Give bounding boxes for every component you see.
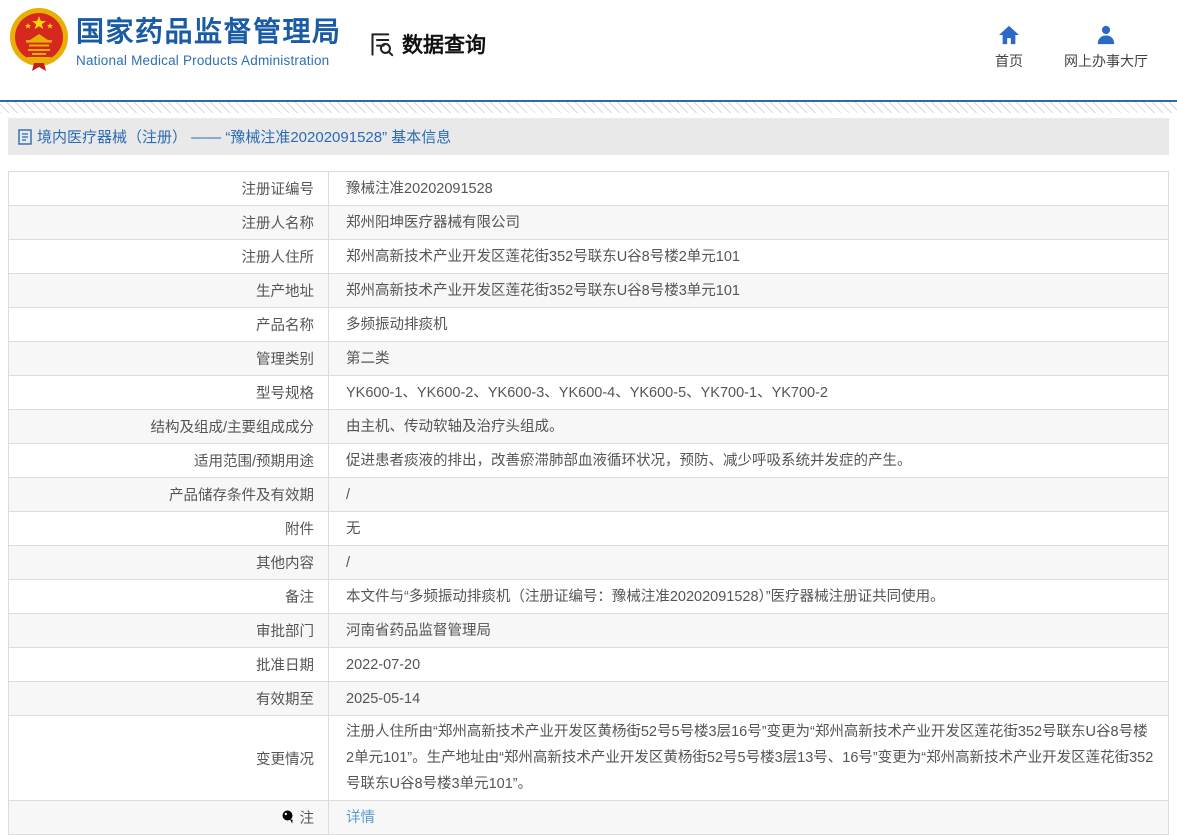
row-label: 注册人住所	[9, 240, 329, 273]
brand-subtitle: National Medical Products Administration	[76, 52, 330, 68]
row-value: 注册人住所由“郑州高新技术产业开发区黄杨街52号5号楼3层16号”变更为“郑州高…	[346, 724, 1154, 792]
table-row: 注册人住所 郑州高新技术产业开发区莲花街352号联东U谷8号楼2单元101	[9, 240, 1168, 274]
document-icon	[18, 128, 32, 145]
row-value: 详情	[329, 801, 1168, 834]
brand-block[interactable]: 国家药品监督管理局 National Medical Products Admi…	[76, 16, 342, 68]
table-row: 注册人名称 郑州阳坤医疗器械有限公司	[9, 206, 1168, 240]
row-label: 产品名称	[9, 308, 329, 341]
table-row: 结构及组成/主要组成成分 由主机、传动软轴及治疗头组成。	[9, 410, 1168, 444]
row-label: 其他内容	[9, 546, 329, 579]
row-value: 2022-07-20	[346, 656, 421, 673]
row-value: /	[346, 486, 351, 503]
row-label: 有效期至	[9, 682, 329, 715]
row-label: 生产地址	[9, 274, 329, 307]
row-value: 促进患者痰液的排出，改善瘀滞肺部血液循环状况，预防、减少呼吸系统并发症的产生。	[346, 452, 912, 469]
row-value: 2025-05-14	[346, 690, 421, 707]
row-value: 由主机、传动软轴及治疗头组成。	[346, 418, 564, 435]
table-row: 审批部门 河南省药品监督管理局	[9, 614, 1168, 648]
row-value: 第二类	[346, 350, 390, 367]
table-row: 生产地址 郑州高新技术产业开发区莲花街352号联东U谷8号楼3单元101	[9, 274, 1168, 308]
table-row: 其他内容 /	[9, 546, 1168, 580]
row-label: 型号规格	[9, 376, 329, 409]
hatched-band	[0, 102, 1177, 113]
table-row-change-info: 变更情况 注册人住所由“郑州高新技术产业开发区黄杨街52号5号楼3层16号”变更…	[9, 716, 1168, 801]
table-row: 产品储存条件及有效期 /	[9, 478, 1168, 512]
row-label: 变更情况	[9, 716, 329, 800]
table-row: 附件 无	[9, 512, 1168, 546]
table-row: 注册证编号 豫械注准20202091528	[9, 172, 1168, 206]
table-row: 有效期至 2025-05-14	[9, 682, 1168, 716]
online-hall-label: 网上办事大厅	[1064, 53, 1148, 69]
row-value: /	[346, 554, 351, 571]
table-row: 批准日期 2022-07-20	[9, 648, 1168, 682]
section-title: 境内医疗器械（注册） —— “豫械注准20202091528” 基本信息	[18, 126, 451, 147]
row-value: 郑州高新技术产业开发区莲花街352号联东U谷8号楼2单元101	[346, 248, 740, 265]
row-label: 产品储存条件及有效期	[9, 478, 329, 511]
page: 国家药品监督管理局 National Medical Products Admi…	[0, 0, 1177, 835]
data-query-label: 数据查询	[402, 34, 486, 57]
row-value: 无	[346, 520, 361, 537]
row-label: 注	[9, 801, 329, 834]
emblem-icon	[10, 8, 68, 71]
row-value: 郑州高新技术产业开发区莲花街352号联东U谷8号楼3单元101	[346, 282, 740, 299]
home-icon	[999, 25, 1019, 45]
row-label: 备注	[9, 580, 329, 613]
row-label: 附件	[9, 512, 329, 545]
row-value: YK600-1、YK600-2、YK600-3、YK600-4、YK600-5、…	[346, 384, 828, 401]
table-row: 管理类别 第二类	[9, 342, 1168, 376]
table-row: 适用范围/预期用途 促进患者痰液的排出，改善瘀滞肺部血液循环状况，预防、减少呼吸…	[9, 444, 1168, 478]
national-emblem-logo[interactable]	[9, 7, 69, 71]
table-row-note: 注 详情	[9, 801, 1168, 835]
row-label: 管理类别	[9, 342, 329, 375]
row-value: 郑州阳坤医疗器械有限公司	[346, 214, 520, 231]
row-label: 结构及组成/主要组成成分	[9, 410, 329, 443]
row-value: 本文件与“多频振动排痰机（注册证编号：豫械注准20202091528）”医疗器械…	[346, 588, 945, 605]
user-icon	[1097, 25, 1115, 45]
table-row: 备注 本文件与“多频振动排痰机（注册证编号：豫械注准20202091528）”医…	[9, 580, 1168, 614]
row-label: 批准日期	[9, 648, 329, 681]
row-label: 注册证编号	[9, 172, 329, 205]
data-query-nav[interactable]: 数据查询	[368, 29, 486, 59]
home-link[interactable]: 首页	[983, 25, 1035, 71]
row-label: 适用范围/预期用途	[9, 444, 329, 477]
section-title-bar: 境内医疗器械（注册） —— “豫械注准20202091528” 基本信息	[8, 118, 1169, 155]
document-search-icon	[368, 31, 395, 58]
row-label: 注册人名称	[9, 206, 329, 239]
site-header: 国家药品监督管理局 National Medical Products Admi…	[0, 0, 1177, 100]
brand-title: 国家药品监督管理局	[76, 16, 342, 47]
table-row: 型号规格 YK600-1、YK600-2、YK600-3、YK600-4、YK6…	[9, 376, 1168, 410]
row-label: 审批部门	[9, 614, 329, 647]
registration-info-table: 注册证编号 豫械注准20202091528 注册人名称 郑州阳坤医疗器械有限公司…	[8, 171, 1169, 835]
table-row: 产品名称 多频振动排痰机	[9, 308, 1168, 342]
online-hall-link[interactable]: 网上办事大厅	[1056, 25, 1156, 71]
note-label: 注	[299, 811, 315, 827]
section-title-text: 境内医疗器械（注册） —— “豫械注准20202091528” 基本信息	[37, 129, 452, 146]
row-value: 河南省药品监督管理局	[346, 622, 491, 639]
detail-link[interactable]: 详情	[346, 805, 375, 831]
home-label: 首页	[995, 53, 1023, 69]
row-value: 多频振动排痰机	[346, 316, 448, 333]
row-value: 豫械注准20202091528	[346, 180, 493, 197]
note-bulb-icon	[282, 810, 294, 825]
